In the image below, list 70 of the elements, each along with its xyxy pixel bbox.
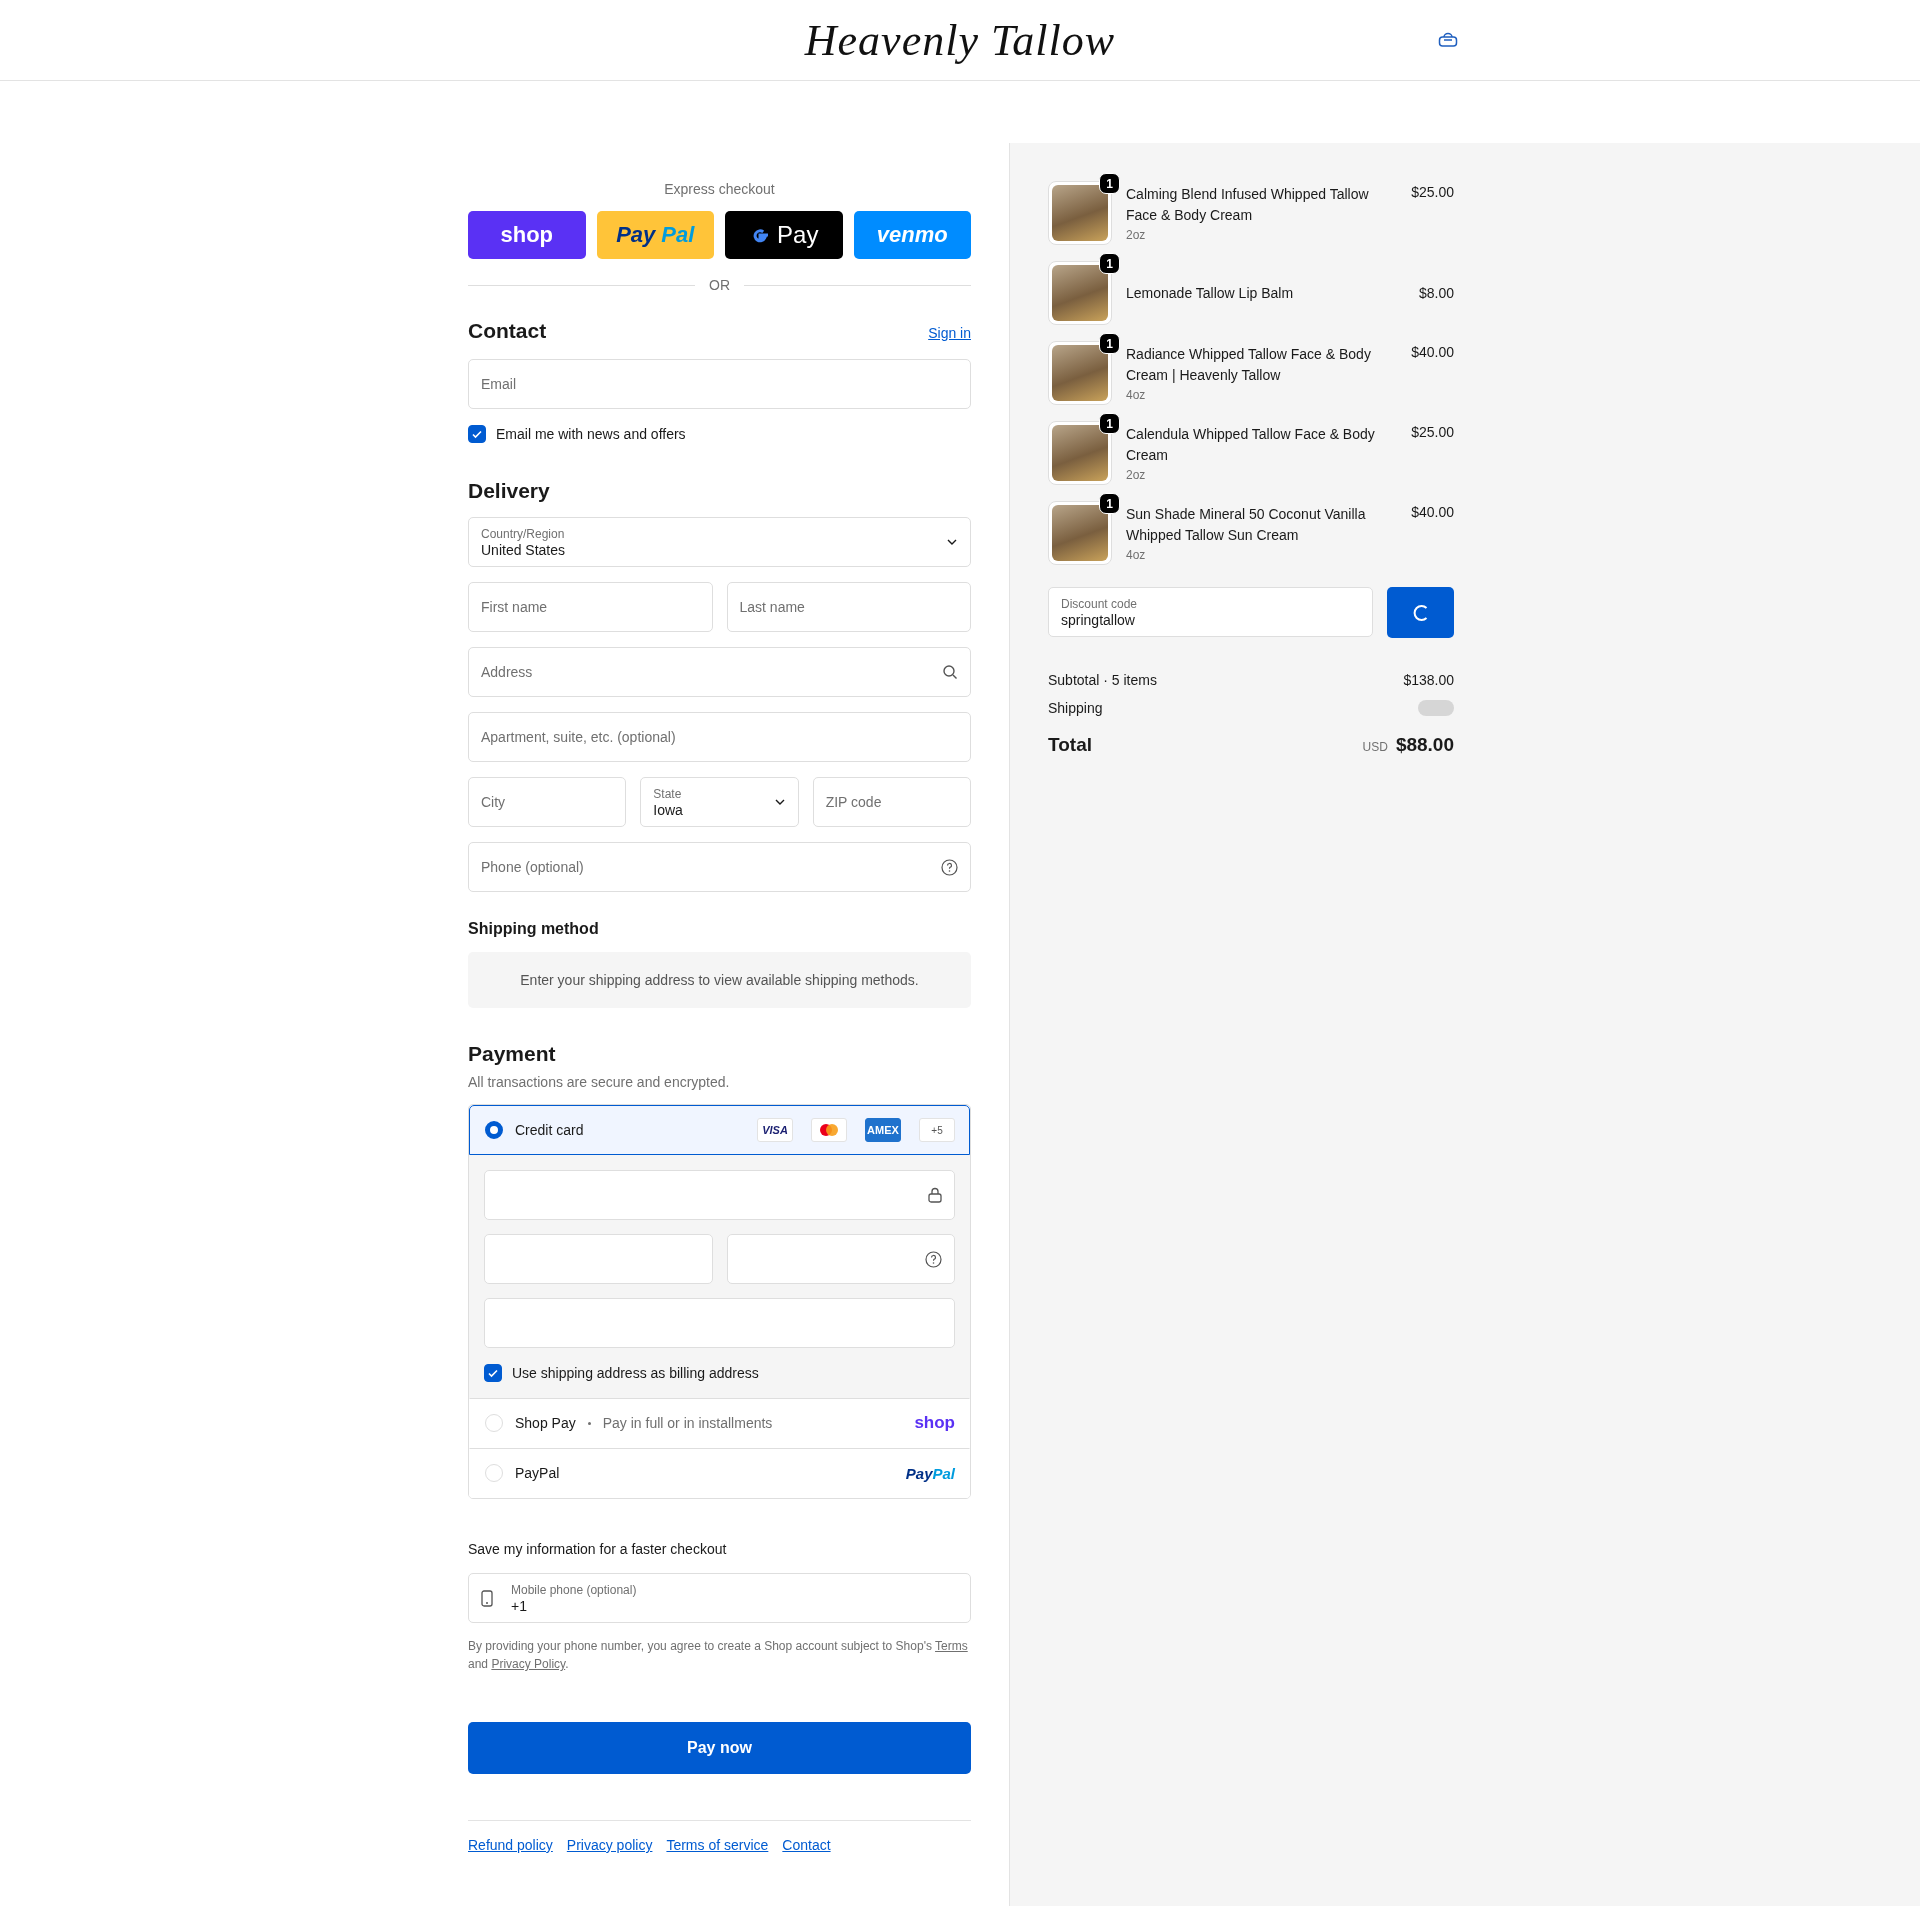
input-field[interactable]: Phone (optional) — [468, 842, 971, 892]
section-heading: Payment — [468, 1042, 557, 1066]
info-notice: Enter your shipping address to view available shipping methods. — [468, 952, 971, 1008]
express-pay-button[interactable]: Pay Pal — [596, 211, 714, 259]
sign-in-link[interactable]: Sign in — [928, 325, 971, 341]
product-price: $25.00 — [1411, 423, 1454, 440]
card-brand-icon: +5 — [919, 1118, 955, 1142]
subtotal-label: Subtotal · 5 items — [1048, 672, 1157, 688]
input-field[interactable]: Apartment, suite, etc. (optional) — [468, 712, 971, 762]
divider-label: OR — [709, 277, 730, 293]
input-field[interactable]: Last name — [726, 582, 971, 632]
payment-method-label[interactable]: Credit card — [515, 1122, 584, 1138]
card-brand-icon: AMEX — [865, 1118, 901, 1142]
product-price: $40.00 — [1411, 503, 1454, 520]
email-field[interactable]: Email — [468, 359, 971, 409]
footer-link[interactable]: Refund policy — [468, 1837, 553, 1853]
card-brand-icon: VISA — [757, 1118, 793, 1142]
section-heading: Shipping method — [468, 920, 600, 938]
quantity-badge: 1 — [1099, 253, 1120, 274]
product-price: $40.00 — [1411, 343, 1454, 360]
legal-text: By providing your phone number, you agree to create a Shop account subject to Shop's Terms and Privacy Policy. — [468, 1638, 969, 1673]
product-name: Radiance Whipped Tallow Face & Body Cream | Heavenly Tallow — [1126, 345, 1372, 385]
logo-text[interactable]: Heavenly Tallow — [804, 14, 1116, 66]
product-name: Lemonade Tallow Lip Balm — [1126, 283, 1295, 303]
select-field[interactable]: State Iowa — [640, 777, 799, 827]
section-heading: Delivery — [468, 479, 551, 503]
quantity-badge: 1 — [1099, 173, 1120, 194]
footer-link[interactable]: Terms of service — [666, 1837, 769, 1853]
payment-method-note: Pay in full or in installments — [602, 1415, 773, 1431]
section-label: Express checkout — [663, 181, 776, 197]
express-pay-button[interactable]: shop — [468, 211, 586, 259]
currency-code: USD — [1362, 740, 1388, 754]
shop-logo: shop — [914, 1413, 955, 1433]
checkbox-label: Email me with news and offers — [496, 426, 686, 442]
pay-now-button[interactable]: Pay now — [468, 1722, 971, 1774]
discount-code-field[interactable]: Discount code springtallow — [1048, 587, 1373, 637]
input-field[interactable]: ZIP code — [812, 777, 971, 827]
product-name: Calendula Whipped Tallow Face & Body Cream — [1126, 425, 1376, 465]
phone-field[interactable]: Mobile phone (optional) +1 — [468, 1573, 971, 1623]
select-field[interactable]: Country/Region United States — [468, 517, 971, 567]
payment-method-label[interactable]: Shop Pay — [515, 1415, 576, 1431]
total-label: Total — [1048, 734, 1092, 756]
product-variant: 4oz — [1126, 548, 1147, 562]
quantity-badge: 1 — [1099, 413, 1120, 434]
total-value: $88.00 — [1395, 734, 1454, 756]
product-price: $8.00 — [1418, 285, 1454, 301]
subtotal-value: $138.00 — [1403, 672, 1454, 688]
quantity-badge: 1 — [1099, 333, 1120, 354]
product-variant: 2oz — [1126, 468, 1147, 482]
product-variant: 2oz — [1126, 228, 1147, 242]
quantity-badge: 1 — [1099, 493, 1120, 514]
express-pay-button[interactable]: Pay — [725, 211, 843, 259]
footer-link[interactable]: Contact — [782, 1837, 831, 1853]
product-price: $25.00 — [1411, 183, 1454, 200]
product-variant: 4oz — [1126, 388, 1147, 402]
section-heading: Save my information for a faster checkout — [468, 1541, 728, 1557]
shipping-label: Shipping — [1048, 700, 1103, 716]
input-field[interactable]: City — [468, 777, 627, 827]
section-heading: Contact — [468, 319, 547, 343]
product-name: Sun Shade Mineral 50 Coconut Vanilla Whipped Tallow Sun Cream — [1126, 505, 1367, 545]
footer-link[interactable]: Privacy policy — [566, 1837, 653, 1853]
payment-method-label[interactable]: PayPal — [515, 1465, 560, 1481]
product-name: Calming Blend Infused Whipped Tallow Face & Body Cream — [1126, 185, 1370, 225]
express-pay-button[interactable]: venmo — [853, 211, 971, 259]
terms-link[interactable]: Terms — [935, 1639, 968, 1653]
checkbox-label: Use shipping address as billing address — [512, 1365, 759, 1381]
section-subtitle: All transactions are secure and encrypted. — [468, 1074, 731, 1090]
input-field[interactable]: First name — [468, 582, 713, 632]
paypal-logo: PayPal — [905, 1464, 955, 1482]
input-field[interactable]: Address — [468, 647, 971, 697]
